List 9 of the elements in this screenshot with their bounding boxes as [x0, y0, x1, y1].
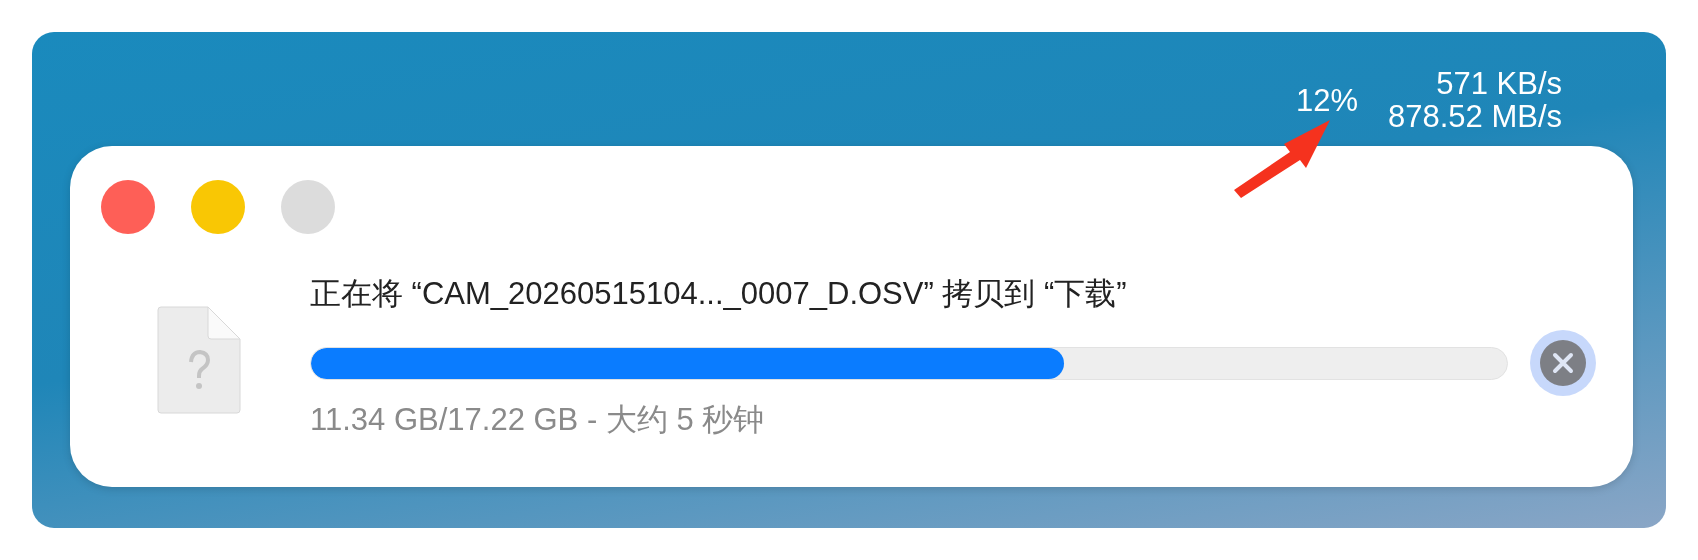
speed-label: 878.52 MB/s — [1387, 100, 1562, 133]
close-icon — [1540, 340, 1586, 386]
window-control-button[interactable] — [191, 180, 245, 234]
window-control-button[interactable] — [101, 180, 155, 234]
unknown-file-icon — [156, 306, 242, 414]
copy-message: 正在将 “CAM_20260515104..._0007_D.OSV” 拷贝到 “下载” — [310, 275, 1128, 313]
speed-label: 571 KB/s — [1436, 67, 1562, 100]
percent-label: 12% — [1295, 83, 1358, 117]
status-text: 11.34 GB/17.22 GB - 大约 5 秒钟 — [310, 401, 766, 439]
